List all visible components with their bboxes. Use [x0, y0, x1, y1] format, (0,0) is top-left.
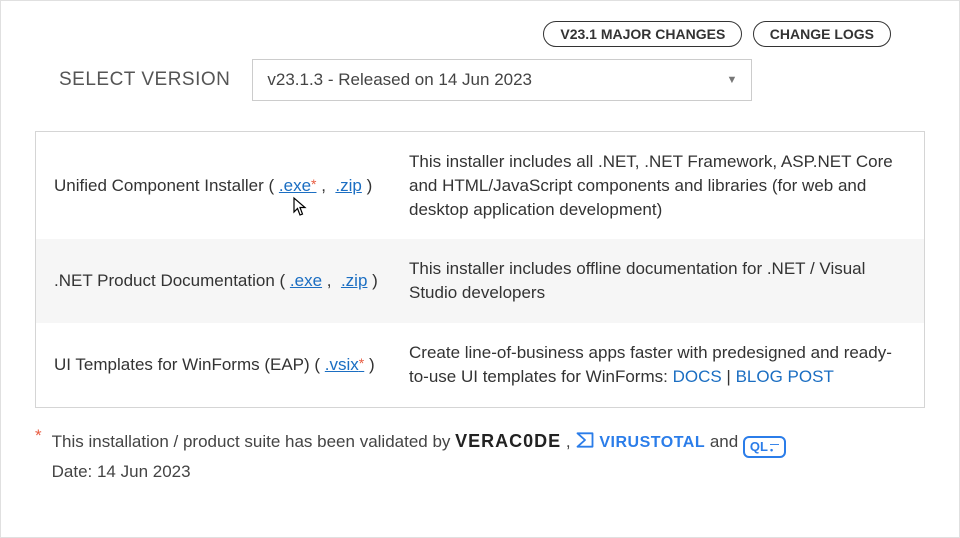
- product-name: Unified Component Installer: [54, 176, 264, 195]
- product-name: .NET Product Documentation: [54, 271, 275, 290]
- product-name-cell: UI Templates for WinForms (EAP) ( .vsix*…: [54, 355, 409, 375]
- product-desc: This installer includes offline document…: [409, 257, 906, 305]
- change-logs-button[interactable]: CHANGE LOGS: [753, 21, 891, 47]
- zip-link[interactable]: .zip: [335, 176, 361, 195]
- version-dropdown[interactable]: v23.1.3 - Released on 14 Jun 2023 ▼: [252, 59, 752, 101]
- docs-link[interactable]: DOCS: [673, 367, 722, 386]
- product-name-cell: .NET Product Documentation ( .exe , .zip…: [54, 271, 409, 291]
- major-changes-button[interactable]: V23.1 MAJOR CHANGES: [543, 21, 742, 47]
- virustotal-icon: [575, 430, 595, 450]
- cursor-icon: [290, 196, 308, 223]
- veracode-logo: VERAC0DE: [455, 431, 561, 451]
- zip-link[interactable]: .zip: [341, 271, 367, 290]
- table-row: Unified Component Installer ( .exe* , .z…: [36, 132, 924, 239]
- vsix-link[interactable]: .vsix*: [325, 355, 364, 374]
- validation-footnote: * This installation / product suite has …: [35, 426, 925, 487]
- asterisk-icon: *: [35, 426, 42, 446]
- product-desc: This installer includes all .NET, .NET F…: [409, 150, 906, 221]
- blog-post-link[interactable]: BLOG POST: [736, 367, 834, 386]
- downloads-table: Unified Component Installer ( .exe* , .z…: [35, 131, 925, 408]
- table-row: .NET Product Documentation ( .exe , .zip…: [36, 239, 924, 323]
- exe-link[interactable]: .exe*: [279, 176, 317, 195]
- virustotal-logo: VIRUSTOTAL: [599, 434, 705, 451]
- select-version-label: SELECT VERSION: [59, 69, 230, 91]
- validation-date: Date: 14 Jun 2023: [52, 462, 191, 481]
- product-name: UI Templates for WinForms (EAP): [54, 355, 310, 374]
- ql-badge: QL—•: [743, 436, 786, 458]
- exe-link[interactable]: .exe: [290, 271, 322, 290]
- table-row: UI Templates for WinForms (EAP) ( .vsix*…: [36, 323, 924, 407]
- chevron-down-icon: ▼: [726, 74, 737, 86]
- product-desc: Create line-of-business apps faster with…: [409, 341, 906, 389]
- product-name-cell: Unified Component Installer ( .exe* , .z…: [54, 176, 409, 196]
- version-dropdown-value: v23.1.3 - Released on 14 Jun 2023: [267, 70, 532, 90]
